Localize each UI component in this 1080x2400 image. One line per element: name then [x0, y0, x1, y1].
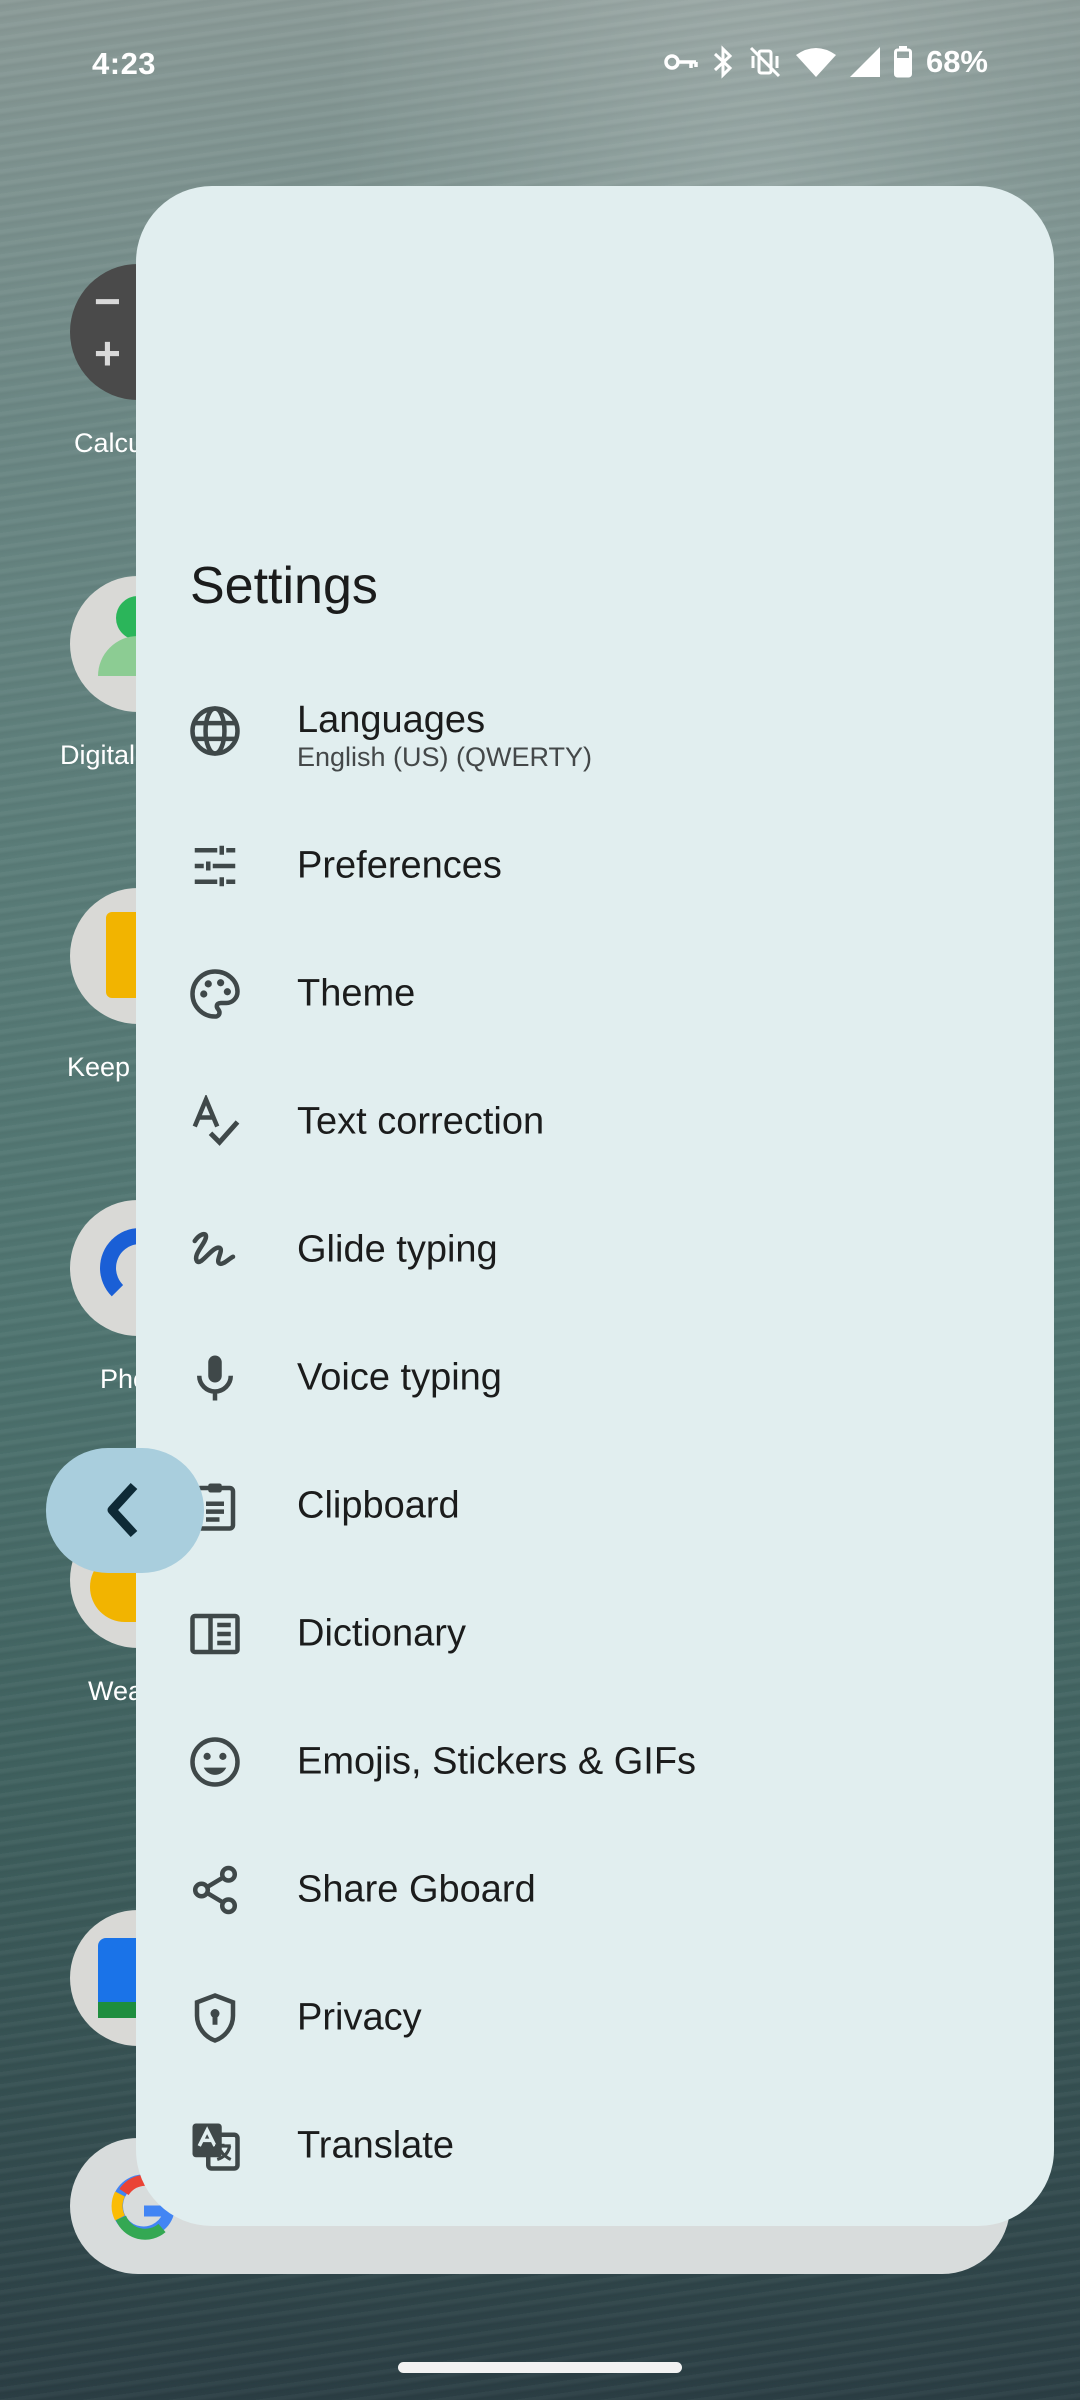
gesture-icon: [192, 1231, 236, 1267]
vpn-key-icon: [664, 54, 698, 70]
gesture-nav-bar[interactable]: [398, 2362, 682, 2373]
mic-icon: [197, 1355, 233, 1401]
settings-item-glide-typing[interactable]: Glide typing: [136, 1190, 1054, 1310]
settings-item-preferences[interactable]: Preferences: [136, 806, 1054, 926]
spellcheck-icon: [192, 1095, 240, 1146]
translate-icon: [192, 2123, 240, 2171]
shield-icon: [194, 1993, 236, 2043]
status-bar: 4:23 68%: [0, 0, 1080, 130]
share-icon: [192, 1865, 238, 1915]
menu-item-label: Emojis, Stickers & GIFs: [297, 1740, 697, 1783]
bluetooth-icon: [713, 45, 733, 79]
settings-item-privacy[interactable]: Privacy: [136, 1958, 1054, 2078]
chevron-left-icon: [107, 1482, 138, 1538]
status-time: 4:23: [92, 46, 157, 81]
signal-icon: [849, 47, 880, 77]
settings-item-theme[interactable]: Theme: [136, 934, 1054, 1054]
menu-item-label: Languages: [297, 699, 486, 742]
menu-item-label: Preferences: [297, 844, 502, 887]
settings-item-dictionary[interactable]: Dictionary: [136, 1574, 1054, 1694]
settings-item-text-correction[interactable]: Text correction: [136, 1062, 1054, 1182]
settings-item-clipboard[interactable]: Clipboard: [136, 1446, 1054, 1566]
menu-item-label: Clipboard: [297, 1484, 460, 1527]
menu-item-label: Text correction: [297, 1100, 545, 1143]
status-icons: 68%: [664, 44, 988, 80]
app-label: Calcu: [74, 428, 144, 458]
palette-icon: [190, 969, 240, 1019]
app-label: Digital: [60, 740, 136, 770]
settings-item-languages[interactable]: Languages English (US) (QWERTY): [136, 661, 1054, 801]
battery-icon: [893, 46, 912, 78]
settings-item-translate[interactable]: Translate: [136, 2086, 1054, 2206]
menu-item-label: Dictionary: [297, 1612, 466, 1655]
back-gesture-button[interactable]: [46, 1448, 204, 1573]
menu-item-label: Privacy: [297, 1996, 422, 2039]
wifi-icon: [795, 48, 836, 77]
menu-item-label: Theme: [297, 972, 416, 1015]
gboard-settings-panel: Settings Languages English (US) (QWERTY)…: [136, 186, 1054, 2226]
settings-item-voice-typing[interactable]: Voice typing: [136, 1318, 1054, 1438]
app-label: Wea: [88, 1676, 144, 1706]
dictionary-icon: [190, 1613, 240, 1655]
vibrate-off-icon: [749, 46, 781, 78]
emoji-icon: [190, 1737, 240, 1787]
menu-item-label: Glide typing: [297, 1228, 498, 1271]
menu-item-label: Voice typing: [297, 1356, 502, 1399]
page-title: Settings: [190, 557, 378, 615]
settings-item-share-gboard[interactable]: Share Gboard: [136, 1830, 1054, 1950]
menu-item-sublabel: English (US) (QWERTY): [297, 742, 593, 773]
battery-percent: 68%: [925, 44, 988, 79]
settings-item-emojis[interactable]: Emojis, Stickers & GIFs: [136, 1702, 1054, 1822]
menu-item-label: Share Gboard: [297, 1868, 536, 1911]
app-label: Keep: [67, 1052, 131, 1082]
menu-item-label: Translate: [297, 2124, 454, 2167]
globe-icon: [190, 706, 240, 756]
tune-icon: [194, 845, 236, 887]
